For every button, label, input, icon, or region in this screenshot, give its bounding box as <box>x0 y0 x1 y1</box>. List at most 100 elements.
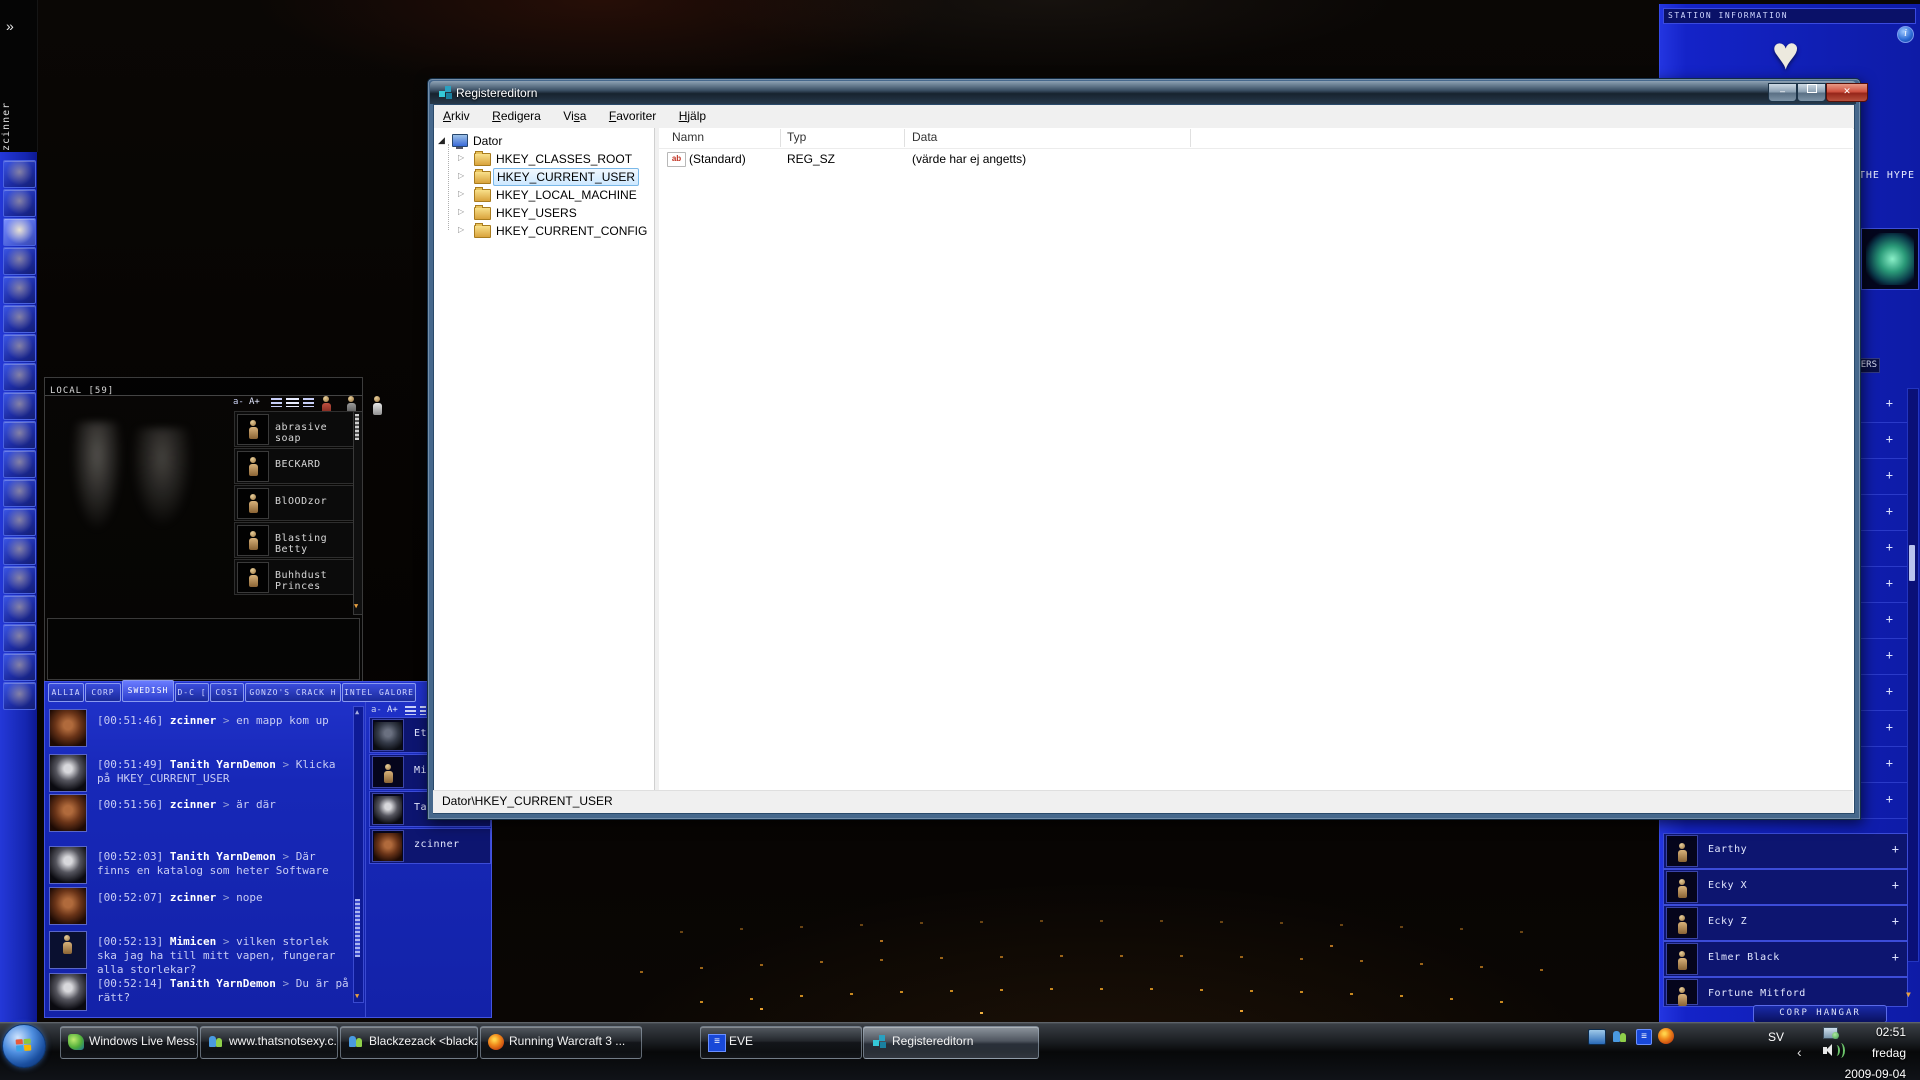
member-avatar[interactable] <box>1666 835 1698 867</box>
tab-intel-galore[interactable]: INTEL GALORE <box>342 683 416 702</box>
firefox-tray-icon[interactable] <box>1658 1028 1674 1044</box>
taskbar-button-warcraft[interactable]: Running Warcraft 3 ... <box>480 1026 642 1059</box>
scrollbar-thumb[interactable] <box>1909 545 1915 581</box>
taskbar-button-eve[interactable]: ≡ EVE <box>700 1026 862 1059</box>
chat-member-row[interactable]: zcinner <box>369 828 491 864</box>
start-button[interactable] <box>2 1024 46 1068</box>
journal-icon[interactable] <box>3 334 36 362</box>
station-member-row[interactable]: Ecky Z + <box>1663 905 1908 941</box>
clock-day[interactable]: fredag <box>1872 1046 1906 1060</box>
local-chat-header[interactable]: LOCAL [59] <box>45 378 362 396</box>
station-scrollbar[interactable] <box>1907 388 1919 962</box>
expander-icon[interactable]: ▷ <box>458 171 464 180</box>
expander-icon[interactable]: ▷ <box>458 189 464 198</box>
plus-icon[interactable]: + <box>1886 432 1893 446</box>
plus-icon[interactable]: + <box>1892 914 1899 928</box>
help-icon[interactable] <box>3 624 36 652</box>
station-member-row[interactable]: Fortune Mitford <box>1663 977 1908 1007</box>
tab-allia[interactable]: ALLIA <box>48 683 84 702</box>
tree-label[interactable]: HKEY_USERS <box>493 205 580 221</box>
close-button[interactable]: ✕ <box>1826 83 1868 102</box>
tree-label[interactable]: Dator <box>470 133 505 149</box>
station-member-row[interactable]: Earthy + <box>1663 833 1908 869</box>
plus-icon[interactable]: + <box>1886 720 1893 734</box>
scrollbar-thumb[interactable] <box>355 899 360 957</box>
tree-label[interactable]: HKEY_CLASSES_ROOT <box>493 151 635 167</box>
local-member-row[interactable]: abrasive soap <box>234 411 354 447</box>
column-divider[interactable] <box>780 129 781 147</box>
tree-label-selected[interactable]: HKEY_CURRENT_USER <box>493 168 640 186</box>
scroll-down-icon[interactable]: ▼ <box>354 602 358 610</box>
member-avatar[interactable] <box>1666 871 1698 903</box>
taskbar-button-thatsnotsexy[interactable]: www.thatsnotsexy.c... <box>200 1026 338 1059</box>
avatar-tanith[interactable] <box>49 754 87 792</box>
avatar-zcinner[interactable] <box>49 794 87 832</box>
taskbar-button-registereditorn[interactable]: Registereditorn <box>863 1026 1039 1059</box>
expander-icon[interactable]: ▷ <box>458 153 464 162</box>
local-member-row[interactable]: BECKARD <box>234 448 354 484</box>
cargo-icon[interactable] <box>3 682 36 710</box>
column-header-namn[interactable]: Namn <box>672 130 704 144</box>
calculator-icon[interactable] <box>3 595 36 623</box>
corp-assets-icon[interactable] <box>3 508 36 536</box>
column-divider[interactable] <box>1190 129 1191 147</box>
tab-gonzos-crack-h[interactable]: GONZO'S CRACK H <box>245 683 341 702</box>
avatar-zcinner[interactable] <box>49 887 87 925</box>
plus-icon[interactable]: + <box>1886 792 1893 806</box>
avatar-tanith[interactable] <box>49 846 87 884</box>
menu-arkiv[interactable]: Arkiv <box>434 105 479 128</box>
member-avatar[interactable] <box>237 488 269 519</box>
detail-view-icon[interactable] <box>286 398 299 407</box>
compact-view-icon[interactable] <box>420 706 426 715</box>
character-name[interactable]: zcinner <box>1 98 35 154</box>
scroll-down-icon[interactable]: ▼ <box>1906 990 1911 999</box>
tree-label[interactable]: HKEY_LOCAL_MACHINE <box>493 187 640 203</box>
member-avatar[interactable] <box>1666 979 1698 1006</box>
plus-icon[interactable]: + <box>1886 756 1893 770</box>
local-chat-input-area[interactable] <box>47 618 360 680</box>
member-avatar[interactable] <box>372 719 404 751</box>
plus-icon[interactable]: + <box>1886 504 1893 518</box>
column-header-typ[interactable]: Typ <box>787 130 806 144</box>
member-avatar[interactable] <box>372 756 404 788</box>
people-and-places-icon[interactable] <box>3 189 36 217</box>
items-icon[interactable] <box>3 276 36 304</box>
menu-hjalp[interactable]: Hjälp <box>670 105 715 128</box>
member-avatar[interactable] <box>1666 907 1698 939</box>
avatar-tanith[interactable] <box>49 973 87 1011</box>
market-icon[interactable] <box>3 305 36 333</box>
star-map-icon[interactable] <box>3 247 36 275</box>
sovereignty-icon[interactable] <box>3 392 36 420</box>
avatar-mimicen[interactable] <box>49 931 87 969</box>
chat-scrollbar[interactable]: ▲ ▼ <box>353 706 364 1003</box>
assets-vault-icon[interactable] <box>3 421 36 449</box>
local-member-scrollbar[interactable]: ▼ <box>353 411 363 615</box>
network-tray-icon[interactable] <box>1823 1027 1839 1039</box>
local-member-row[interactable]: Blasting Betty <box>234 522 354 558</box>
tab-corp[interactable]: CORP <box>85 683 121 702</box>
plus-icon[interactable]: + <box>1886 396 1893 410</box>
expander-icon[interactable]: ◢ <box>438 135 445 146</box>
member-avatar[interactable] <box>237 525 269 556</box>
plus-icon[interactable]: + <box>1886 576 1893 590</box>
font-smaller-button[interactable]: a- <box>371 705 382 715</box>
column-header-data[interactable]: Data <box>912 130 937 144</box>
list-view-icon[interactable] <box>271 398 282 407</box>
ship-render-icon[interactable] <box>1861 228 1919 290</box>
logbook-icon[interactable] <box>3 537 36 565</box>
local-member-row[interactable]: Buhhdust Princes <box>234 559 354 595</box>
member-avatar[interactable] <box>372 830 404 862</box>
clock-time[interactable]: 02:51 <box>1876 1025 1906 1039</box>
list-view-icon[interactable] <box>405 706 416 715</box>
expander-icon[interactable]: ▷ <box>458 207 464 216</box>
station-member-row[interactable]: Elmer Black + <box>1663 941 1908 977</box>
good-standing-icon[interactable] <box>372 396 382 415</box>
taskbar-button-blackzezack[interactable]: Blackzezack <blackz... <box>340 1026 478 1059</box>
maximize-button[interactable] <box>1797 83 1826 102</box>
plus-icon[interactable]: + <box>1886 540 1893 554</box>
taskbar-button-windows-live[interactable]: Windows Live Mess... <box>60 1026 198 1059</box>
value-row[interactable]: ab (Standard) REG_SZ (värde har ej anget… <box>659 150 1853 168</box>
corp-hangar-button[interactable]: CORP HANGAR <box>1753 1005 1887 1023</box>
plus-icon[interactable]: + <box>1886 684 1893 698</box>
messenger-tray-icon[interactable] <box>1612 1029 1628 1043</box>
